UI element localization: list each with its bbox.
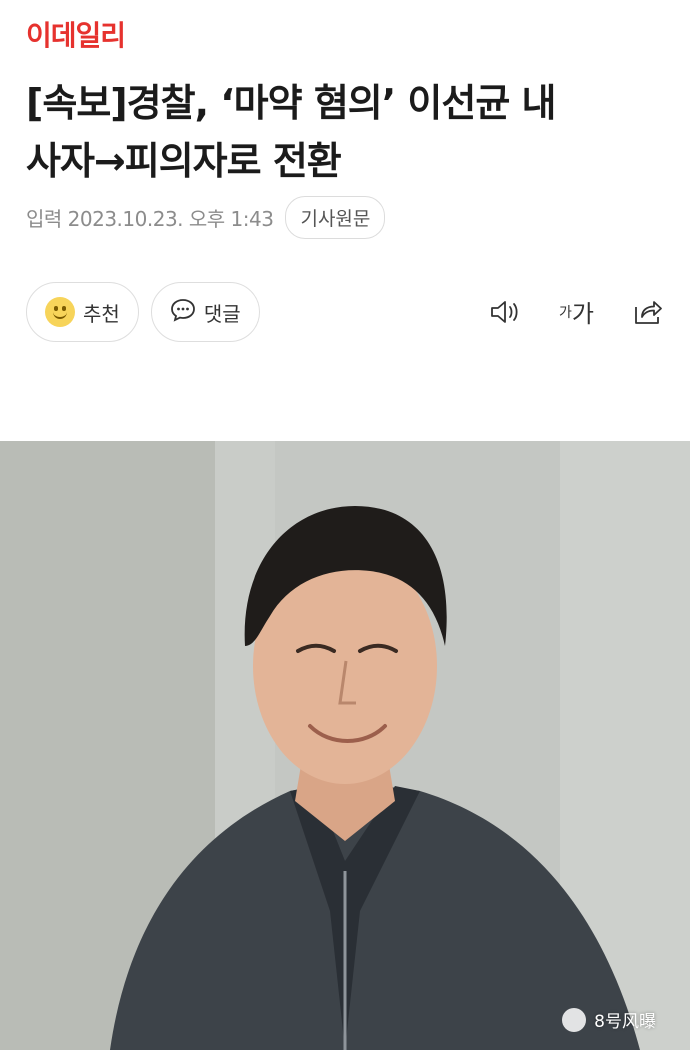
comment-button[interactable]: 댓글 (150, 282, 260, 342)
recommend-button[interactable]: 추천 (26, 282, 139, 342)
comment-label: 댓글 (203, 301, 241, 326)
speaker-icon[interactable] (489, 298, 521, 326)
original-article-button[interactable]: 기사원문 (285, 196, 386, 239)
publish-date: 입력 2023.10.23. 오후 1:43 (26, 207, 274, 231)
font-size-large: 가 (571, 300, 594, 328)
watermark-text: 8号风曝 (594, 1012, 656, 1032)
article-headline: [속보]경찰, ‘마약 혐의’ 이선균 내 사자→피의자로 전환 (26, 74, 666, 190)
watermark: 8号风曝 (562, 1007, 656, 1032)
headline-line-1: [속보]경찰, ‘마약 혐의’ 이선균 내 (26, 81, 556, 125)
portrait-image (0, 441, 690, 1050)
headline-line-2: 사자→피의자로 전환 (26, 139, 342, 183)
comment-icon (170, 298, 196, 327)
article-photo: 8号风曝 (0, 441, 690, 1050)
article-meta: 입력 2023.10.23. 오후 1:43 기사원문 (26, 196, 386, 239)
font-size-small: 가 (559, 304, 572, 321)
article-tools: 가가 (489, 294, 664, 329)
reaction-bar: 추천 댓글 (26, 282, 260, 342)
article-page: 이데일리 [속보]경찰, ‘마약 혐의’ 이선균 내 사자→피의자로 전환 입력… (0, 0, 690, 1050)
smile-icon (45, 297, 75, 327)
brand-logo[interactable]: 이데일리 (26, 14, 126, 54)
wechat-logo-icon (562, 1007, 587, 1032)
recommend-label: 추천 (83, 301, 120, 326)
font-size-icon[interactable]: 가가 (559, 294, 594, 329)
share-icon[interactable] (632, 297, 664, 327)
